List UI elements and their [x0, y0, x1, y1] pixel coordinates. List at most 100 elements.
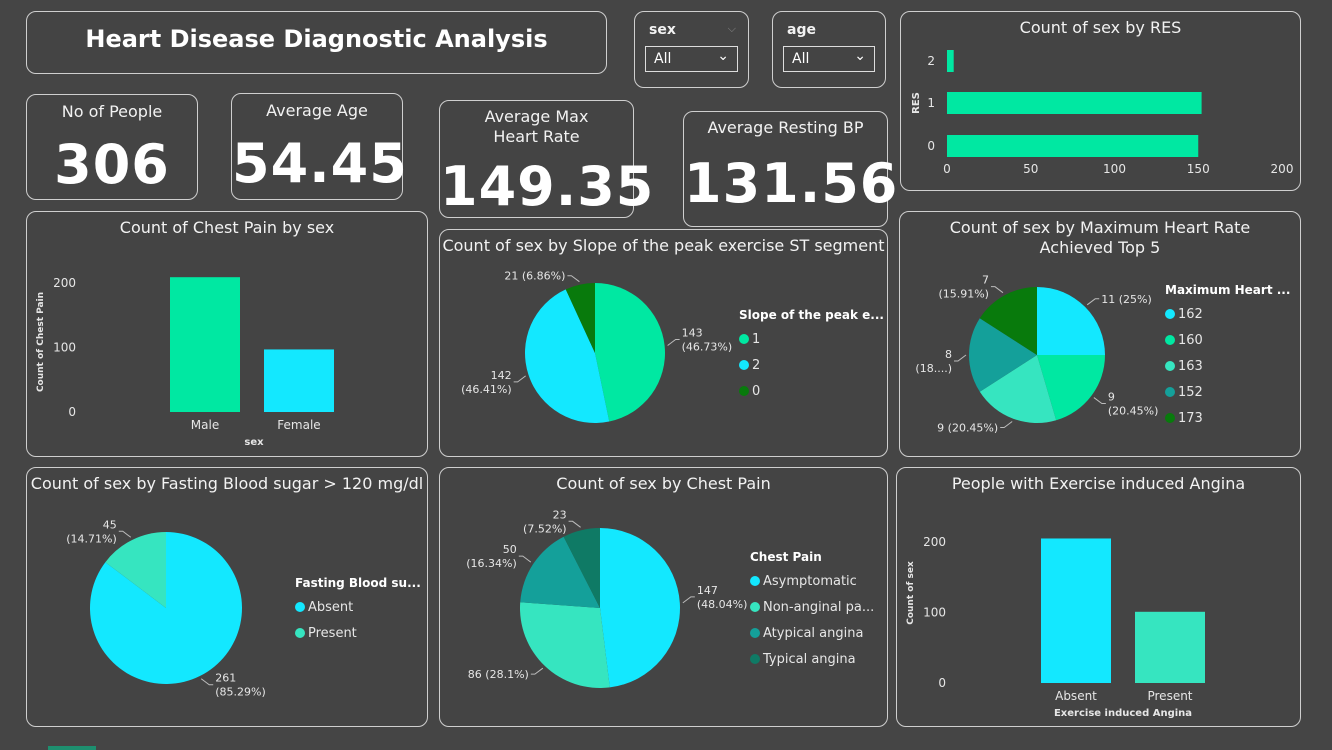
data-label: 142: [491, 369, 512, 382]
x-tick-label: 50: [1023, 162, 1038, 176]
y-tick-label: 0: [927, 139, 935, 153]
maxhr-chart: 11 (25%) 9(20.45%) 9 (20.45%) 8(18....) 7(15…: [915, 274, 1290, 435]
angina-chart: 0 100 200 Count of sex Absent Present Exercise…: [906, 535, 1205, 719]
chestpain-sex-card: Count of Chest Pain by sex 0 100 200 Count …: [26, 211, 428, 457]
legend-label: Typical angina: [762, 652, 856, 667]
data-label: (15.91%): [938, 288, 989, 301]
legend-label: 1: [752, 332, 760, 347]
age-slicer-label: age: [787, 22, 816, 38]
bar: [947, 92, 1202, 114]
legend-marker: [739, 386, 749, 396]
x-tick-label: Absent: [1055, 689, 1097, 703]
label-leader-line: [567, 275, 580, 283]
data-label: (16.34%): [466, 557, 517, 570]
label-leader-line: [513, 375, 526, 383]
y-tick-label: 100: [923, 606, 946, 620]
legend-marker: [1165, 309, 1175, 319]
kpi-people-value: 306: [54, 133, 170, 196]
y-tick-label: 1: [927, 96, 935, 110]
kpi-age-value: 54.45: [232, 132, 408, 195]
data-label: (46.41%): [461, 383, 512, 396]
kpi-bp-card: Average Resting BP 131.56: [683, 111, 899, 227]
legend-label: 173: [1178, 411, 1203, 426]
slope-chart: 143(46.73%) 142(46.41%) 21 (6.86%) Slope of…: [461, 270, 884, 424]
x-axis-title: Exercise induced Angina: [1054, 708, 1192, 719]
data-label: 11 (25%): [1101, 293, 1152, 306]
kpi-age-card: Average Age 54.45: [231, 93, 408, 200]
legend-label: Non-anginal pa...: [763, 600, 874, 615]
sex-slicer-label: sex: [649, 22, 676, 38]
x-tick-label: 0: [943, 162, 951, 176]
data-label: 9: [1108, 391, 1115, 404]
sex-slicer[interactable]: sex ⌵ All ⌄: [634, 11, 749, 88]
label-leader-line: [200, 678, 214, 686]
data-label: 9 (20.45%): [937, 422, 998, 435]
legend-marker: [739, 334, 749, 344]
kpi-maxhr-value: 149.35: [440, 155, 655, 218]
y-tick-label: 2: [927, 54, 935, 68]
label-leader-line: [530, 667, 544, 675]
dropdown-chevron-icon[interactable]: ⌄: [854, 48, 866, 64]
legend-marker: [1165, 413, 1175, 423]
label-leader-line: [954, 354, 967, 362]
data-label: (7.52%): [523, 522, 567, 535]
data-label: 50: [503, 543, 517, 556]
bar: [1041, 538, 1111, 683]
legend-marker: [750, 628, 760, 638]
x-tick-label: Female: [277, 418, 320, 432]
chestpain-chart: 147(48.04%) 86 (28.1%) 50(16.34%) 23(7.52%)…: [466, 508, 874, 688]
legend-label: 152: [1178, 385, 1203, 400]
data-label: (48.04%): [697, 598, 748, 611]
sex-slicer-value: All: [654, 51, 672, 67]
res-chart-card: Count of sex by RES 0 50 100 150 200 RES 2 1 0: [900, 11, 1301, 191]
angina-chart-card: People with Exercise induced Angina 0 100…: [896, 467, 1301, 727]
legend-label: Present: [308, 626, 357, 641]
dropdown-chevron-icon[interactable]: ⌄: [717, 48, 729, 64]
x-tick-label: 200: [1271, 162, 1294, 176]
kpi-maxhr-label: Average Max Heart Rate: [484, 107, 589, 146]
res-chart: 0 50 100 150 200 RES 2 1 0: [911, 50, 1294, 176]
y-axis-title: Count of Chest Pain: [36, 292, 46, 392]
label-leader-line: [568, 520, 581, 528]
legend-label: Asymptomatic: [763, 574, 857, 589]
bar: [947, 50, 954, 72]
y-tick-label: 100: [53, 341, 76, 355]
y-tick-label: 0: [68, 405, 76, 419]
x-tick-label: Male: [191, 418, 219, 432]
legend-label: Absent: [308, 600, 353, 615]
legend-title: Chest Pain: [750, 550, 822, 564]
sex-slicer-dropdown[interactable]: All ⌄: [645, 46, 738, 72]
pie-slice: [595, 283, 666, 422]
data-label: (46.73%): [682, 341, 733, 354]
bar: [947, 135, 1199, 157]
maxhr-chart-card: Count of sex by Maximum Heart Rate Achie…: [899, 211, 1301, 457]
data-label: 147: [697, 584, 718, 597]
label-leader-line: [667, 339, 680, 346]
data-label: 7: [982, 274, 989, 287]
legend-marker: [295, 628, 305, 638]
y-tick-label: 0: [938, 676, 946, 690]
label-leader-line: [682, 596, 695, 604]
kpi-bp-value: 131.56: [684, 152, 899, 215]
legend-marker: [739, 360, 749, 370]
legend-marker: [1165, 387, 1175, 397]
label-leader-line: [1086, 298, 1100, 306]
age-slicer-dropdown[interactable]: All ⌄: [783, 46, 875, 72]
age-slicer-value: All: [792, 51, 810, 67]
legend-label: 0: [752, 384, 760, 399]
bar: [264, 349, 334, 412]
kpi-maxhr-card: Average Max Heart Rate 149.35: [439, 100, 655, 218]
legend-label: 160: [1178, 333, 1203, 348]
label-leader-line: [118, 530, 132, 538]
data-label: 21 (6.86%): [504, 270, 565, 283]
kpi-people-label: No of People: [61, 102, 163, 121]
age-slicer[interactable]: age All ⌄: [772, 11, 886, 88]
kpi-age-label: Average Age: [266, 101, 368, 120]
bar: [170, 277, 240, 412]
pie-slice: [600, 528, 681, 688]
page-tab-indicator[interactable]: [48, 746, 96, 750]
slope-chart-card: Count of sex by Slope of the peak exerci…: [439, 229, 888, 457]
page-title: Heart Disease Diagnostic Analysis: [85, 25, 548, 53]
fbs-chart-card: Count of sex by Fasting Blood sugar > 12…: [26, 467, 428, 727]
data-label: 23: [553, 508, 567, 521]
